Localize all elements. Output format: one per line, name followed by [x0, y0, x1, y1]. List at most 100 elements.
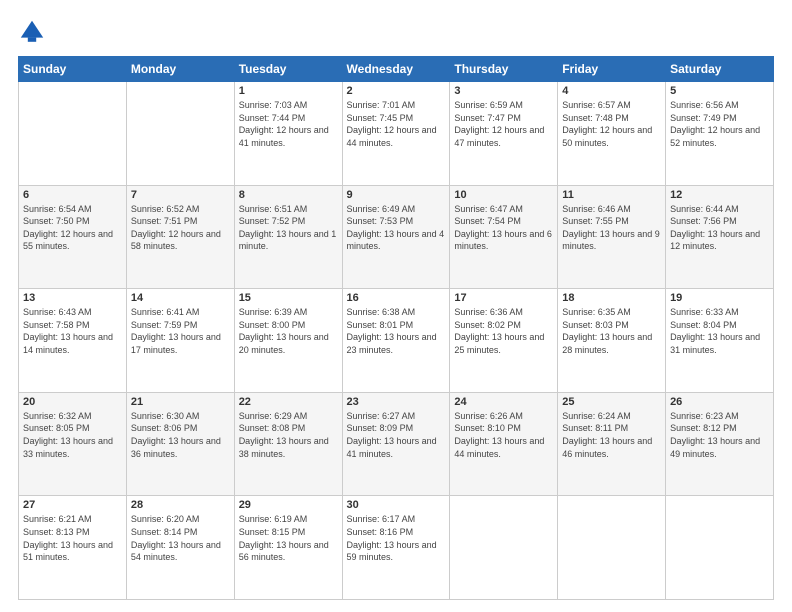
day-info: Sunrise: 6:30 AMSunset: 8:06 PMDaylight:… — [131, 410, 230, 460]
calendar-day-cell: 12 Sunrise: 6:44 AMSunset: 7:56 PMDayligh… — [666, 185, 774, 289]
calendar-day-header: Friday — [558, 57, 666, 82]
day-info: Sunrise: 6:38 AMSunset: 8:01 PMDaylight:… — [347, 306, 446, 356]
day-info: Sunrise: 6:57 AMSunset: 7:48 PMDaylight:… — [562, 99, 661, 149]
day-info: Sunrise: 6:44 AMSunset: 7:56 PMDaylight:… — [670, 203, 769, 253]
day-info: Sunrise: 6:26 AMSunset: 8:10 PMDaylight:… — [454, 410, 553, 460]
day-number: 21 — [131, 396, 230, 408]
calendar-week-row: 20Sunrise: 6:32 AMSunset: 8:05 PMDayligh… — [19, 392, 774, 496]
calendar-day-header: Monday — [126, 57, 234, 82]
calendar-day-cell: 7Sunrise: 6:52 AMSunset: 7:51 PMDaylight… — [126, 185, 234, 289]
calendar-day-cell: 26 Sunrise: 6:23 AMSunset: 8:12 PMDayligh… — [666, 392, 774, 496]
logo — [18, 18, 48, 46]
day-info: Sunrise: 6:19 AMSunset: 8:15 PMDaylight:… — [239, 513, 338, 563]
day-number: 27 — [23, 499, 122, 511]
calendar-day-cell: 16 Sunrise: 6:38 AMSunset: 8:01 PMDayligh… — [342, 289, 450, 393]
day-number: 24 — [454, 396, 553, 408]
calendar-day-cell — [558, 496, 666, 600]
day-info: Sunrise: 7:01 AMSunset: 7:45 PMDaylight:… — [347, 99, 446, 149]
calendar-day-cell: 24 Sunrise: 6:26 AMSunset: 8:10 PMDayligh… — [450, 392, 558, 496]
calendar-day-cell: 29 Sunrise: 6:19 AMSunset: 8:15 PMDayligh… — [234, 496, 342, 600]
day-info: Sunrise: 7:03 AMSunset: 7:44 PMDaylight:… — [239, 99, 338, 149]
calendar-day-cell: 4 Sunrise: 6:57 AMSunset: 7:48 PMDaylight… — [558, 82, 666, 186]
day-number: 22 — [239, 396, 338, 408]
logo-icon — [18, 18, 46, 46]
calendar-day-cell: 10 Sunrise: 6:47 AMSunset: 7:54 PMDayligh… — [450, 185, 558, 289]
calendar-day-cell: 27Sunrise: 6:21 AMSunset: 8:13 PMDayligh… — [19, 496, 127, 600]
day-info: Sunrise: 6:56 AMSunset: 7:49 PMDaylight:… — [670, 99, 769, 149]
day-number: 25 — [562, 396, 661, 408]
day-number: 18 — [562, 292, 661, 304]
calendar-day-cell: 17 Sunrise: 6:36 AMSunset: 8:02 PMDayligh… — [450, 289, 558, 393]
calendar-day-cell: 18 Sunrise: 6:35 AMSunset: 8:03 PMDayligh… — [558, 289, 666, 393]
day-info: Sunrise: 6:24 AMSunset: 8:11 PMDaylight:… — [562, 410, 661, 460]
calendar-day-header: Thursday — [450, 57, 558, 82]
calendar-week-row: 13 Sunrise: 6:43 AMSunset: 7:58 PMDayligh… — [19, 289, 774, 393]
day-number: 28 — [131, 499, 230, 511]
day-info: Sunrise: 6:35 AMSunset: 8:03 PMDaylight:… — [562, 306, 661, 356]
day-number: 29 — [239, 499, 338, 511]
day-info: Sunrise: 6:32 AMSunset: 8:05 PMDaylight:… — [23, 410, 122, 460]
calendar-day-cell: 19 Sunrise: 6:33 AMSunset: 8:04 PMDayligh… — [666, 289, 774, 393]
day-info: Sunrise: 6:39 AMSunset: 8:00 PMDaylight:… — [239, 306, 338, 356]
day-info: Sunrise: 6:36 AMSunset: 8:02 PMDaylight:… — [454, 306, 553, 356]
calendar-day-cell: 30Sunrise: 6:17 AMSunset: 8:16 PMDayligh… — [342, 496, 450, 600]
day-number: 1 — [239, 85, 338, 97]
calendar-day-cell: 28 Sunrise: 6:20 AMSunset: 8:14 PMDayligh… — [126, 496, 234, 600]
calendar-day-cell — [666, 496, 774, 600]
day-info: Sunrise: 6:33 AMSunset: 8:04 PMDaylight:… — [670, 306, 769, 356]
calendar-day-cell — [450, 496, 558, 600]
day-info: Sunrise: 6:29 AMSunset: 8:08 PMDaylight:… — [239, 410, 338, 460]
calendar-day-cell: 25 Sunrise: 6:24 AMSunset: 8:11 PMDayligh… — [558, 392, 666, 496]
day-number: 15 — [239, 292, 338, 304]
calendar-day-cell: 15 Sunrise: 6:39 AMSunset: 8:00 PMDayligh… — [234, 289, 342, 393]
calendar-day-cell: 8 Sunrise: 6:51 AMSunset: 7:52 PMDaylight… — [234, 185, 342, 289]
day-info: Sunrise: 6:52 AMSunset: 7:51 PMDaylight:… — [131, 203, 230, 253]
calendar-day-cell: 9 Sunrise: 6:49 AMSunset: 7:53 PMDaylight… — [342, 185, 450, 289]
day-number: 5 — [670, 85, 769, 97]
day-number: 4 — [562, 85, 661, 97]
page: SundayMondayTuesdayWednesdayThursdayFrid… — [0, 0, 792, 612]
calendar-table: SundayMondayTuesdayWednesdayThursdayFrid… — [18, 56, 774, 600]
calendar-day-cell: 11Sunrise: 6:46 AMSunset: 7:55 PMDayligh… — [558, 185, 666, 289]
day-info: Sunrise: 6:54 AMSunset: 7:50 PMDaylight:… — [23, 203, 122, 253]
day-info: Sunrise: 6:47 AMSunset: 7:54 PMDaylight:… — [454, 203, 553, 253]
day-info: Sunrise: 6:41 AMSunset: 7:59 PMDaylight:… — [131, 306, 230, 356]
day-info: Sunrise: 6:51 AMSunset: 7:52 PMDaylight:… — [239, 203, 338, 253]
calendar-day-cell: 1 Sunrise: 7:03 AMSunset: 7:44 PMDaylight… — [234, 82, 342, 186]
calendar-day-cell: 13 Sunrise: 6:43 AMSunset: 7:58 PMDayligh… — [19, 289, 127, 393]
day-number: 6 — [23, 189, 122, 201]
calendar-day-cell: 20Sunrise: 6:32 AMSunset: 8:05 PMDayligh… — [19, 392, 127, 496]
day-number: 9 — [347, 189, 446, 201]
calendar-header-row: SundayMondayTuesdayWednesdayThursdayFrid… — [19, 57, 774, 82]
calendar-day-cell: 21 Sunrise: 6:30 AMSunset: 8:06 PMDayligh… — [126, 392, 234, 496]
day-info: Sunrise: 6:23 AMSunset: 8:12 PMDaylight:… — [670, 410, 769, 460]
calendar-day-cell: 14 Sunrise: 6:41 AMSunset: 7:59 PMDayligh… — [126, 289, 234, 393]
day-number: 17 — [454, 292, 553, 304]
day-info: Sunrise: 6:20 AMSunset: 8:14 PMDaylight:… — [131, 513, 230, 563]
day-number: 13 — [23, 292, 122, 304]
day-info: Sunrise: 6:49 AMSunset: 7:53 PMDaylight:… — [347, 203, 446, 253]
day-number: 16 — [347, 292, 446, 304]
day-info: Sunrise: 6:59 AMSunset: 7:47 PMDaylight:… — [454, 99, 553, 149]
day-number: 2 — [347, 85, 446, 97]
calendar-day-cell: 23Sunrise: 6:27 AMSunset: 8:09 PMDayligh… — [342, 392, 450, 496]
calendar-week-row: 6 Sunrise: 6:54 AMSunset: 7:50 PMDaylight… — [19, 185, 774, 289]
calendar-day-header: Sunday — [19, 57, 127, 82]
calendar-day-cell: 6 Sunrise: 6:54 AMSunset: 7:50 PMDaylight… — [19, 185, 127, 289]
day-number: 26 — [670, 396, 769, 408]
calendar-day-cell: 2 Sunrise: 7:01 AMSunset: 7:45 PMDaylight… — [342, 82, 450, 186]
calendar-week-row: 1 Sunrise: 7:03 AMSunset: 7:44 PMDaylight… — [19, 82, 774, 186]
calendar-day-header: Wednesday — [342, 57, 450, 82]
day-info: Sunrise: 6:46 AMSunset: 7:55 PMDaylight:… — [562, 203, 661, 253]
calendar-day-cell: 5 Sunrise: 6:56 AMSunset: 7:49 PMDaylight… — [666, 82, 774, 186]
day-number: 30 — [347, 499, 446, 511]
calendar-day-cell — [126, 82, 234, 186]
day-number: 12 — [670, 189, 769, 201]
day-number: 19 — [670, 292, 769, 304]
day-info: Sunrise: 6:43 AMSunset: 7:58 PMDaylight:… — [23, 306, 122, 356]
day-number: 14 — [131, 292, 230, 304]
day-number: 8 — [239, 189, 338, 201]
day-number: 10 — [454, 189, 553, 201]
day-number: 23 — [347, 396, 446, 408]
calendar-day-header: Saturday — [666, 57, 774, 82]
